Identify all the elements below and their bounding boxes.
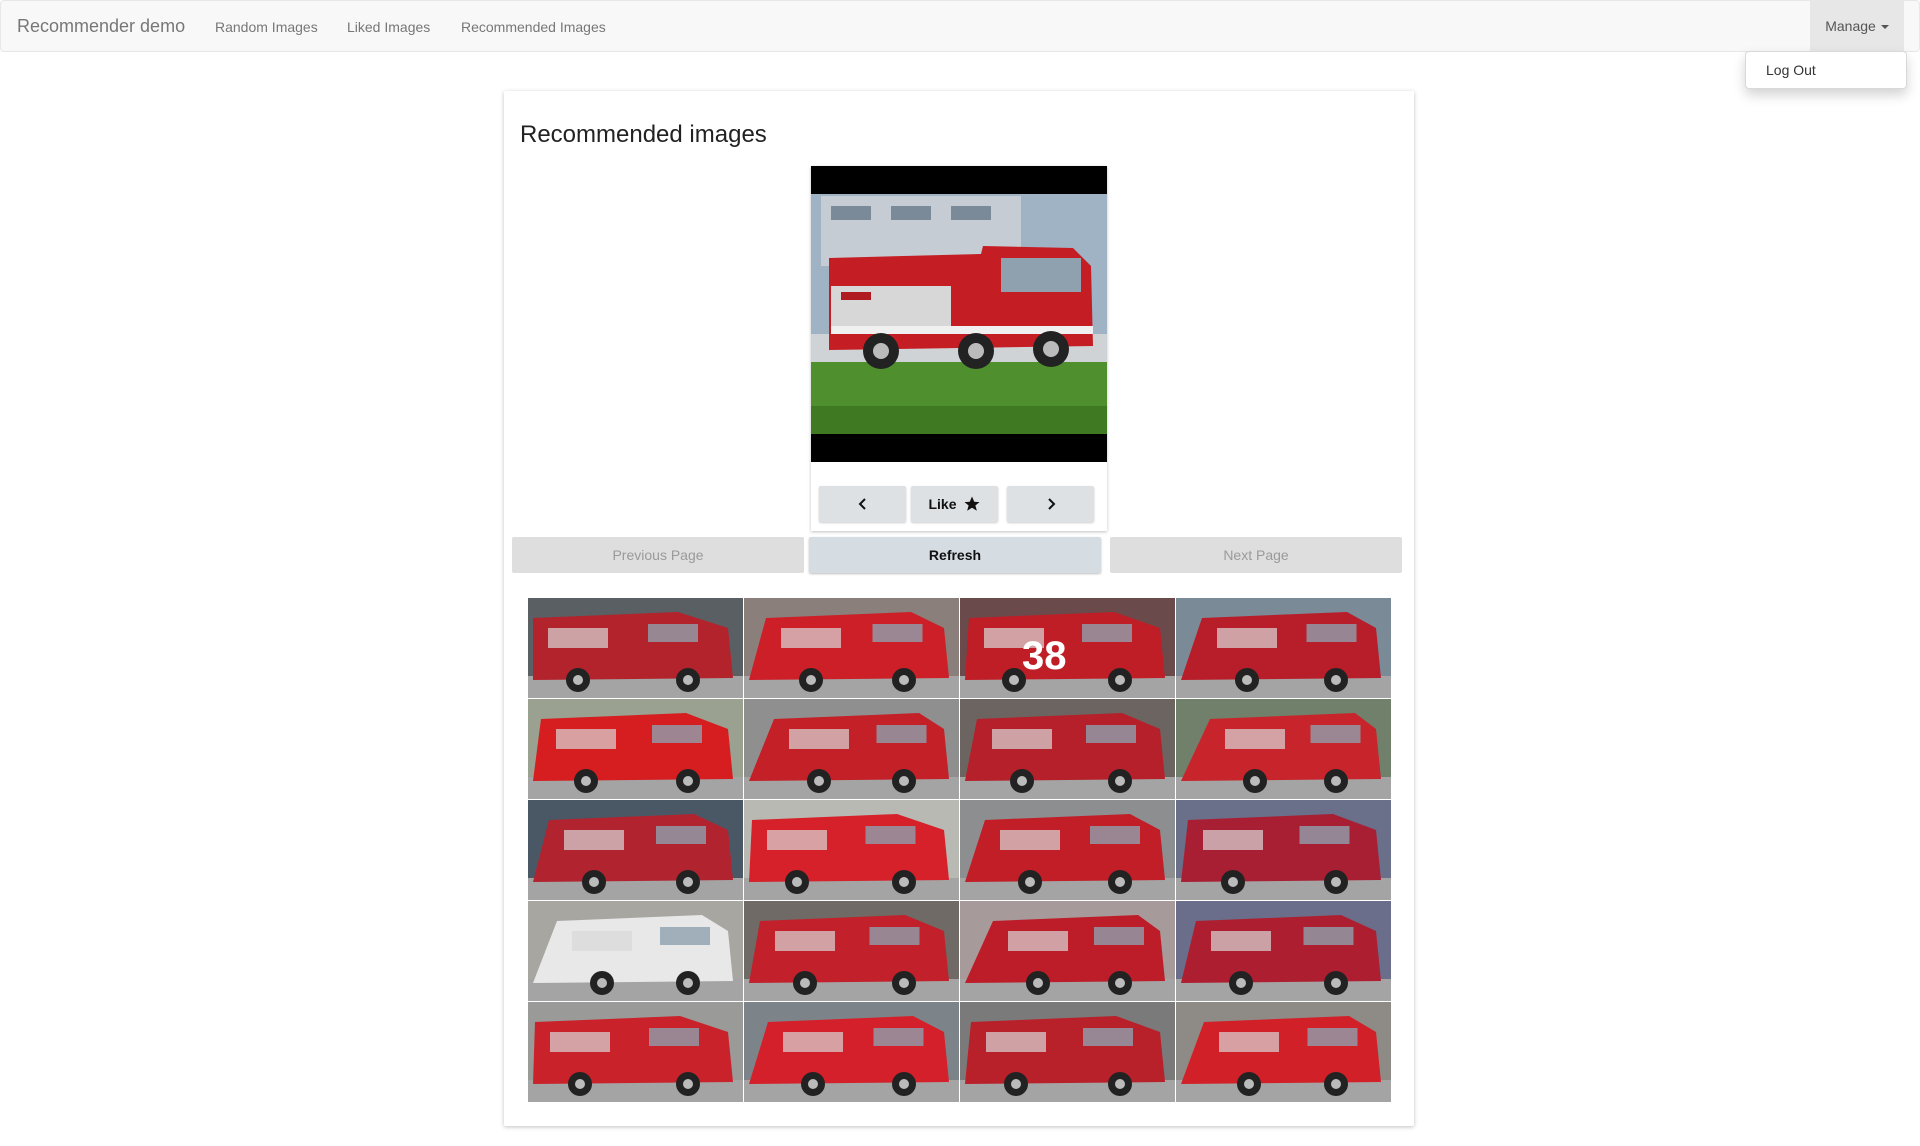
thumbnail-image[interactable] bbox=[1176, 598, 1391, 698]
fire-truck-icon bbox=[1176, 901, 1391, 1001]
current-image bbox=[811, 166, 1107, 462]
like-button[interactable]: Like bbox=[911, 486, 998, 522]
thumbnail-image[interactable] bbox=[960, 800, 1175, 900]
fire-truck-icon bbox=[960, 1002, 1175, 1102]
fire-truck-icon bbox=[1176, 800, 1391, 900]
manage-label: Manage bbox=[1825, 18, 1876, 34]
top-navbar: Recommender demo Random Images Liked Ima… bbox=[0, 0, 1920, 52]
fire-truck-icon bbox=[528, 800, 743, 900]
fire-truck-icon bbox=[744, 699, 959, 799]
thumbnail-image[interactable] bbox=[528, 800, 743, 900]
refresh-button[interactable]: Refresh bbox=[809, 537, 1101, 573]
fire-truck-icon bbox=[960, 800, 1175, 900]
next-image-button[interactable] bbox=[1007, 486, 1094, 522]
fire-truck-icon bbox=[960, 699, 1175, 799]
nav-liked-images[interactable]: Liked Images bbox=[347, 18, 430, 36]
manage-dropdown-toggle[interactable]: Manage bbox=[1810, 1, 1904, 51]
thumbnail-image[interactable] bbox=[1176, 901, 1391, 1001]
fire-truck-icon bbox=[528, 1002, 743, 1102]
chevron-left-icon bbox=[858, 498, 866, 510]
fire-truck-icon bbox=[528, 598, 743, 698]
thumbnail-image[interactable] bbox=[744, 699, 959, 799]
image-viewer: Like bbox=[811, 166, 1107, 531]
chevron-right-icon bbox=[1047, 498, 1055, 510]
previous-page-button[interactable]: Previous Page bbox=[512, 537, 804, 573]
thumbnail-image[interactable] bbox=[528, 901, 743, 1001]
thumbnail-image[interactable] bbox=[744, 800, 959, 900]
star-icon bbox=[964, 496, 979, 511]
fire-truck-icon bbox=[744, 901, 959, 1001]
thumbnail-image[interactable] bbox=[960, 901, 1175, 1001]
fire-truck-icon bbox=[1176, 598, 1391, 698]
next-page-button[interactable]: Next Page bbox=[1110, 537, 1402, 573]
fire-truck-icon bbox=[744, 598, 959, 698]
thumbnail-image[interactable]: 38 bbox=[960, 598, 1175, 698]
thumbnail-image[interactable] bbox=[528, 598, 743, 698]
thumbnail-image[interactable] bbox=[744, 901, 959, 1001]
nav-random-images[interactable]: Random Images bbox=[215, 18, 318, 36]
truck-number-label: 38 bbox=[1022, 634, 1067, 678]
fire-truck-icon bbox=[744, 800, 959, 900]
fire-truck-icon bbox=[528, 699, 743, 799]
thumbnail-image[interactable] bbox=[960, 699, 1175, 799]
fire-truck-icon bbox=[960, 598, 1175, 698]
recommended-card: Recommended images Like Previous Page Re… bbox=[504, 91, 1414, 1126]
fire-truck-icon bbox=[744, 1002, 959, 1102]
page-title: Recommended images bbox=[520, 121, 767, 148]
thumbnail-image[interactable] bbox=[528, 1002, 743, 1102]
caret-down-icon bbox=[1880, 25, 1889, 29]
fire-truck-icon bbox=[960, 901, 1175, 1001]
manage-dropdown-menu: Log Out bbox=[1745, 51, 1907, 89]
thumbnail-grid: 38 bbox=[528, 598, 1392, 1102]
brand-link[interactable]: Recommender demo bbox=[17, 16, 185, 36]
thumbnail-image[interactable] bbox=[1176, 1002, 1391, 1102]
thumbnail-image[interactable] bbox=[744, 598, 959, 698]
thumbnail-image[interactable] bbox=[960, 1002, 1175, 1102]
fire-truck-icon bbox=[528, 901, 743, 1001]
thumbnail-image[interactable] bbox=[744, 1002, 959, 1102]
fire-truck-icon bbox=[1176, 1002, 1391, 1102]
nav-recommended-images[interactable]: Recommended Images bbox=[461, 18, 606, 36]
fire-truck-icon bbox=[1176, 699, 1391, 799]
fire-truck-image bbox=[811, 166, 1107, 462]
previous-image-button[interactable] bbox=[819, 486, 906, 522]
thumbnail-image[interactable] bbox=[528, 699, 743, 799]
like-label: Like bbox=[928, 496, 957, 512]
logout-menu-item[interactable]: Log Out bbox=[1766, 62, 1816, 78]
thumbnail-image[interactable] bbox=[1176, 699, 1391, 799]
thumbnail-image[interactable] bbox=[1176, 800, 1391, 900]
